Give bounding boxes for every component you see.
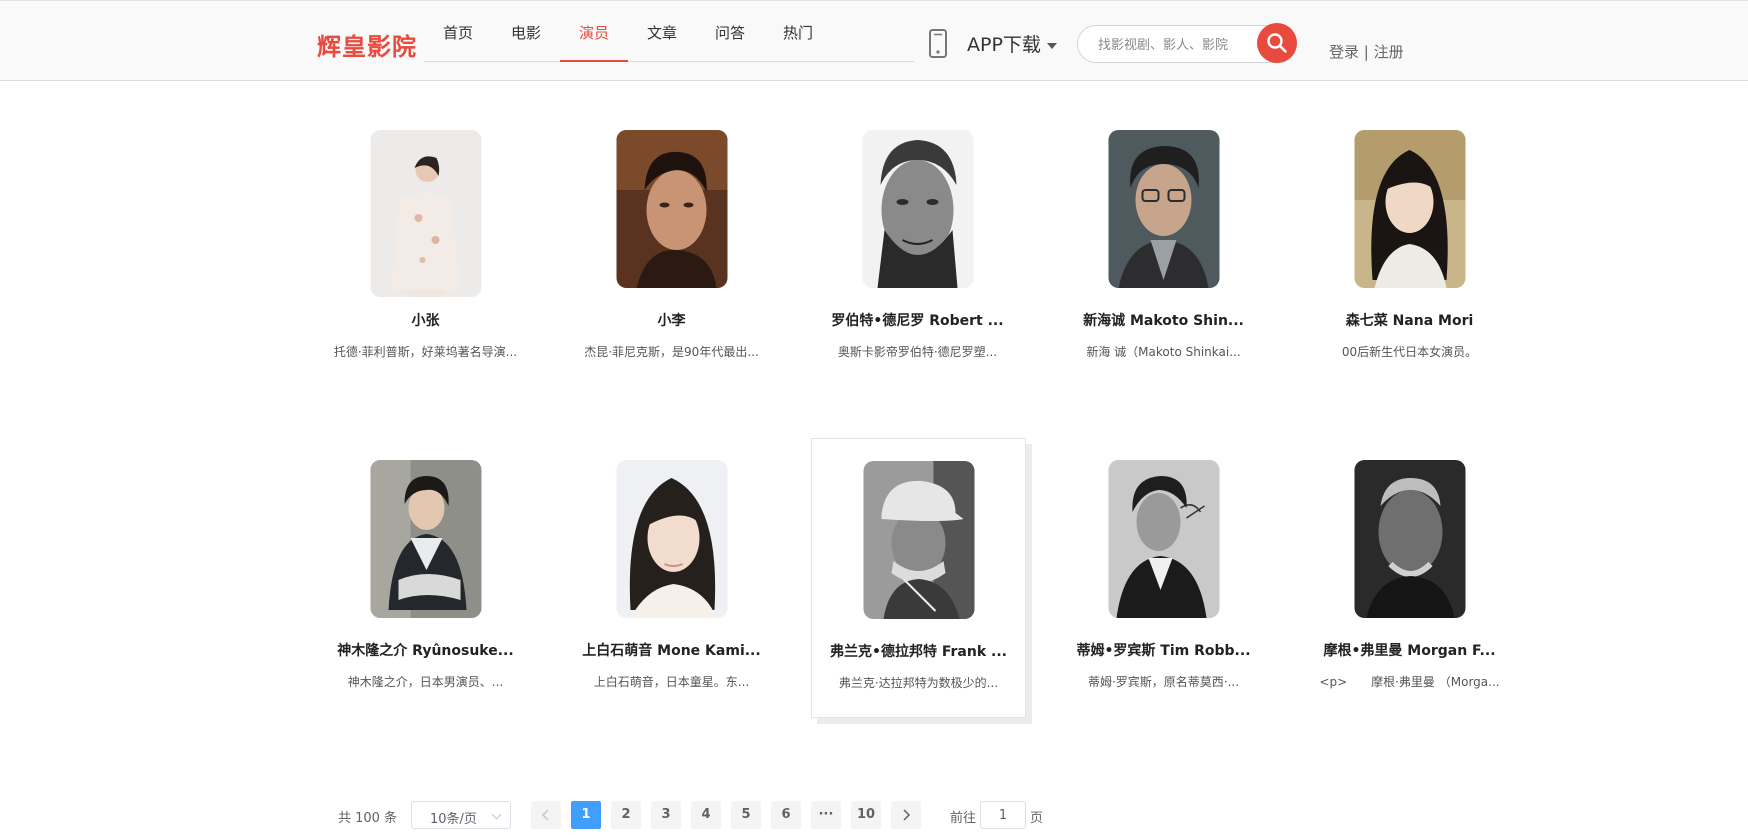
prev-page-button[interactable] (531, 801, 561, 829)
nav-articles[interactable]: 文章 (628, 22, 696, 62)
actor-desc: 杰昆·菲尼克斯，是90年代最出... (584, 345, 759, 359)
auth-links: 登录 | 注册 (1329, 41, 1404, 62)
goto-page-input[interactable] (980, 801, 1026, 829)
actor-desc: 上白石萌音，日本童星。东... (593, 675, 750, 689)
actor-photo[interactable] (616, 460, 727, 618)
actor-photo[interactable] (862, 130, 973, 288)
auth-separator: | (1363, 43, 1369, 61)
actor-name[interactable]: 罗伯特•德尼罗 Robert ... (811, 310, 1024, 330)
actor-desc: 新海 诚（Makoto Shinkai... (1086, 345, 1241, 359)
chevron-left-icon (541, 809, 549, 821)
actor-name[interactable]: 弗兰克•德拉邦特 Frank ... (812, 641, 1025, 661)
actor-card-hovered[interactable]: 弗兰克•德拉邦特 Frank ... 弗兰克·达拉邦特为数极少的... (811, 438, 1026, 718)
actor-card[interactable]: 小李 杰昆·菲尼克斯，是90年代最出... (565, 130, 778, 408)
nav-hot[interactable]: 热门 (764, 22, 832, 62)
actor-card[interactable]: 蒂姆•罗宾斯 Tim Robb... 蒂姆·罗宾斯，原名蒂莫西·... (1057, 460, 1270, 738)
nav-actors[interactable]: 演员 (560, 22, 628, 62)
actor-desc: 托德·菲利普斯，好莱坞著名导演... (333, 345, 518, 359)
actor-card[interactable]: 森七菜 Nana Mori 00后新生代日本女演员。 (1303, 130, 1516, 408)
app-download-dropdown[interactable]: APP下载 (967, 30, 1057, 57)
page-number[interactable]: 5 (731, 801, 761, 829)
actor-name[interactable]: 蒂姆•罗宾斯 Tim Robb... (1057, 640, 1270, 660)
nav-qa[interactable]: 问答 (696, 22, 764, 62)
actor-desc: 00后新生代日本女演员。 (1341, 345, 1478, 359)
actor-card[interactable]: 新海诚 Makoto Shin... 新海 诚（Makoto Shinkai..… (1057, 130, 1270, 408)
actor-photo[interactable] (1354, 130, 1465, 288)
actor-desc: <p> 摩根·弗里曼 （Morga... (1319, 675, 1500, 689)
actor-card[interactable]: 神木隆之介 Ryûnosuke... 神木隆之介，日本男演员、... (319, 460, 532, 738)
page-size-value: 10条/页 (430, 812, 477, 827)
caret-down-icon (1046, 42, 1057, 49)
search-button[interactable] (1257, 23, 1297, 63)
page-number[interactable]: 3 (651, 801, 681, 829)
nav-movies[interactable]: 电影 (492, 22, 560, 62)
search-icon (1267, 33, 1287, 53)
actor-photo[interactable] (370, 460, 481, 618)
actor-desc: 奥斯卡影帝罗伯特·德尼罗塑... (837, 345, 998, 359)
login-link[interactable]: 登录 (1329, 43, 1359, 61)
actor-name[interactable]: 摩根•弗里曼 Morgan F... (1303, 640, 1516, 660)
actor-name[interactable]: 上白石萌音 Mone Kami... (565, 640, 778, 660)
actor-photo[interactable] (1354, 460, 1465, 618)
register-link[interactable]: 注册 (1374, 43, 1404, 61)
actor-card[interactable]: 摩根•弗里曼 Morgan F... <p> 摩根·弗里曼 （Morga... (1303, 460, 1516, 738)
page-size-select[interactable]: 10条/页 (411, 801, 511, 829)
site-logo[interactable]: 辉皇影院 (317, 27, 417, 62)
main-nav: 首页 电影 演员 文章 问答 热门 (424, 1, 914, 62)
search-input[interactable] (1096, 34, 1250, 56)
page-number[interactable]: 10 (851, 801, 881, 829)
total-count: 共 100 条 (338, 811, 398, 826)
actor-desc: 弗兰克·达拉邦特为数极少的... (838, 676, 999, 690)
goto-label: 前往 (950, 811, 977, 826)
chevron-right-icon (903, 809, 911, 821)
actor-desc: 神木隆之介，日本男演员、... (347, 675, 504, 689)
page-ellipsis[interactable]: ··· (811, 801, 841, 829)
page-number[interactable]: 4 (691, 801, 721, 829)
page-unit-label: 页 (1030, 811, 1044, 826)
phone-icon (928, 29, 948, 58)
pagination: 共 100 条 10条/页 1 2 3 4 5 6 ··· 10 前往 页 (0, 801, 1748, 831)
actor-photo[interactable] (1108, 130, 1219, 288)
app-download-label: APP下载 (967, 34, 1041, 56)
nav-home[interactable]: 首页 (424, 22, 492, 62)
chevron-down-icon (491, 809, 502, 820)
actor-name[interactable]: 小李 (565, 310, 778, 330)
next-page-button[interactable] (891, 801, 921, 829)
actor-desc: 蒂姆·罗宾斯，原名蒂莫西·... (1087, 675, 1240, 689)
page-number[interactable]: 6 (771, 801, 801, 829)
actor-name[interactable]: 神木隆之介 Ryûnosuke... (319, 640, 532, 660)
site-header: 辉皇影院 首页 电影 演员 文章 问答 热门 APP下载 登录 | 注册 (0, 0, 1748, 81)
actor-name[interactable]: 森七菜 Nana Mori (1303, 310, 1516, 330)
page-number[interactable]: 2 (611, 801, 641, 829)
actor-name[interactable]: 新海诚 Makoto Shin... (1057, 310, 1270, 330)
actor-photo[interactable] (863, 461, 974, 619)
actor-name[interactable]: 小张 (319, 310, 532, 330)
actor-card[interactable]: 罗伯特•德尼罗 Robert ... 奥斯卡影帝罗伯特·德尼罗塑... (811, 130, 1024, 408)
actor-photo[interactable] (370, 130, 481, 297)
actor-photo[interactable] (616, 130, 727, 288)
actor-card[interactable]: 上白石萌音 Mone Kami... 上白石萌音，日本童星。东... (565, 460, 778, 738)
actor-photo[interactable] (1108, 460, 1219, 618)
actor-card[interactable]: 小张 托德·菲利普斯，好莱坞著名导演... (319, 130, 532, 408)
page-number[interactable]: 1 (571, 801, 601, 829)
